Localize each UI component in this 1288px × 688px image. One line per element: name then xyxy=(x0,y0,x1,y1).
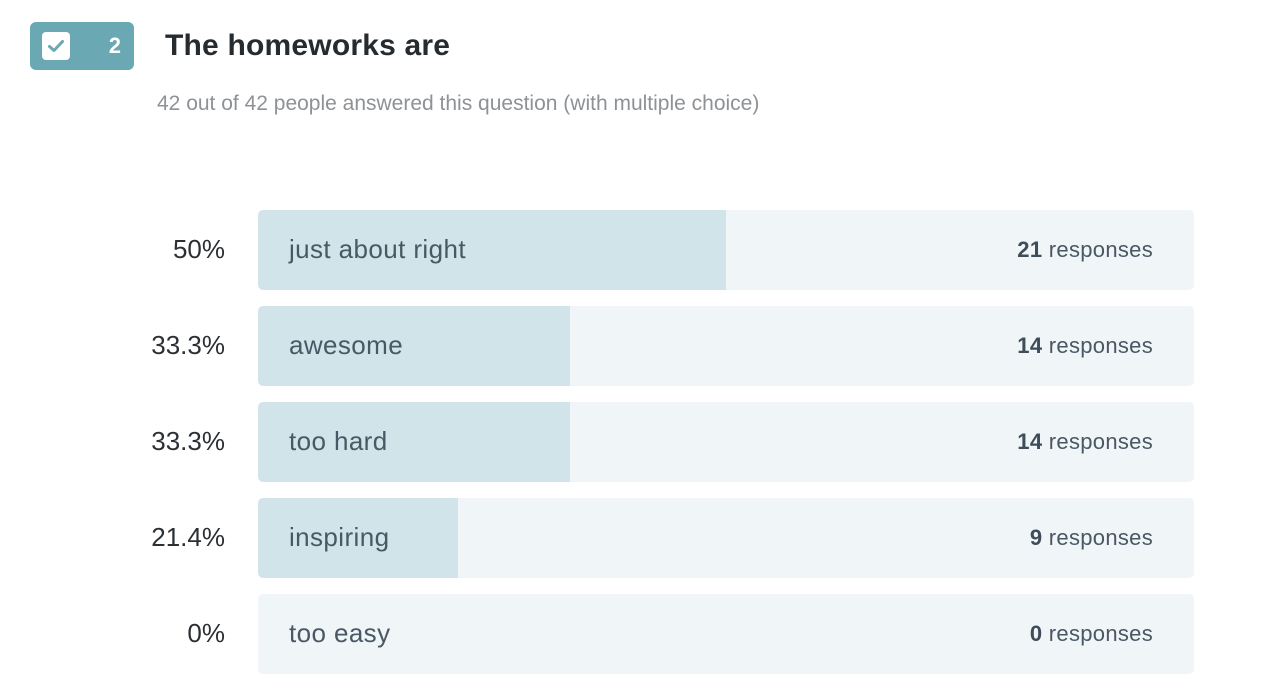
question-badge: 2 xyxy=(30,22,134,70)
answer-bar: too hard 14 responses xyxy=(258,402,1194,482)
answer-count: 14 responses xyxy=(1017,429,1153,454)
answer-label: awesome xyxy=(289,330,404,360)
answer-row: 21.4% inspiring 9 responses xyxy=(0,498,1288,578)
answer-label: inspiring xyxy=(289,522,390,552)
answer-row: 50% just about right 21 responses xyxy=(0,210,1288,290)
answer-percent: 0% xyxy=(187,618,225,648)
answer-summary: 42 out of 42 people answered this questi… xyxy=(157,92,760,115)
answer-percent: 33.3% xyxy=(151,426,225,456)
answer-count: 14 responses xyxy=(1017,333,1153,358)
answer-row: 33.3% too hard 14 responses xyxy=(0,402,1288,482)
question-number: 2 xyxy=(108,33,121,58)
answer-percent: 33.3% xyxy=(151,330,225,360)
answer-bar: inspiring 9 responses xyxy=(258,498,1194,578)
checkbox-icon xyxy=(42,32,70,60)
answer-bar: just about right 21 responses xyxy=(258,210,1194,290)
answer-row: 33.3% awesome 14 responses xyxy=(0,306,1288,386)
answer-percent: 50% xyxy=(172,234,225,264)
answer-count: 21 responses xyxy=(1017,237,1153,262)
answer-row: 0% too easy 0 responses xyxy=(0,594,1288,674)
answer-count: 0 responses xyxy=(1029,621,1153,646)
answer-bar: awesome 14 responses xyxy=(258,306,1194,386)
question-results: 2 The homeworks are 42 out of 42 people … xyxy=(0,0,1288,688)
answer-list: 50% just about right 21 responses 33.3% … xyxy=(0,210,1288,688)
answer-bar: too easy 0 responses xyxy=(258,594,1194,674)
answer-label: just about right xyxy=(289,234,466,264)
question-title: The homeworks are xyxy=(165,29,451,62)
answer-label: too hard xyxy=(289,426,388,456)
answer-label: too easy xyxy=(289,618,391,648)
answer-percent: 21.4% xyxy=(151,522,225,552)
answer-count: 9 responses xyxy=(1029,525,1153,550)
